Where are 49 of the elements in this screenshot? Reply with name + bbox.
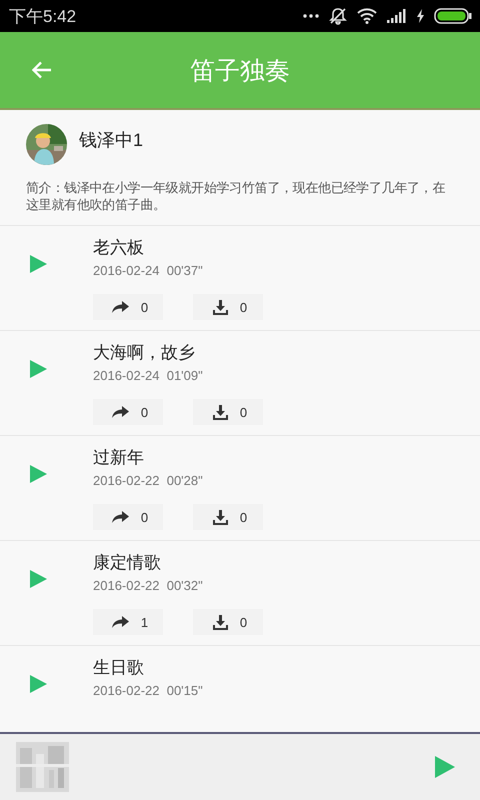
share-button[interactable]: 1 <box>93 609 163 635</box>
track-title: 过新年 <box>93 447 145 469</box>
track-date-duration: 2016-02-22 00'15" <box>93 683 204 698</box>
download-button[interactable]: 0 <box>193 609 263 635</box>
clock-time: 下午5:42 <box>9 6 78 28</box>
download-icon <box>212 404 228 420</box>
play-icon <box>30 465 47 483</box>
play-button[interactable] <box>30 465 47 483</box>
share-icon <box>112 301 129 313</box>
share-button[interactable]: 0 <box>93 504 163 530</box>
play-button[interactable] <box>30 570 47 588</box>
play-icon <box>30 675 47 693</box>
bio-text: 简介：钱泽中在小学一年级就开始学习竹笛了，现在他已经学了几年了，在这里就有他吹的笛子曲。 <box>26 179 446 213</box>
play-button[interactable] <box>30 675 47 693</box>
share-icon <box>112 406 129 418</box>
play-icon <box>30 570 47 588</box>
more-dots-icon <box>303 14 319 18</box>
track-title: 大海啊，故乡 <box>93 342 196 364</box>
play-button[interactable] <box>30 360 47 378</box>
play-icon <box>435 756 455 778</box>
track-title: 生日歌 <box>93 657 145 679</box>
signal-icon <box>387 9 407 23</box>
user-name: 钱泽中1 <box>79 128 144 152</box>
back-arrow-icon <box>32 61 52 79</box>
share-button[interactable]: 0 <box>93 399 163 425</box>
download-icon <box>212 510 228 524</box>
muted-bell-icon <box>329 7 347 25</box>
play-icon <box>30 255 47 273</box>
share-icon <box>112 511 129 523</box>
play-icon <box>30 360 47 378</box>
battery-icon <box>434 8 472 24</box>
page-title: 笛子独奏 <box>190 56 290 84</box>
download-button[interactable]: 0 <box>193 294 263 320</box>
track-title: 康定情歌 <box>93 552 162 574</box>
share-button[interactable]: 0 <box>93 294 163 320</box>
download-button[interactable]: 0 <box>193 504 263 530</box>
track-date-duration: 2016-02-24 00'37" <box>93 263 204 278</box>
track-date-duration: 2016-02-22 00'28" <box>93 473 204 488</box>
track-date-duration: 2016-02-24 01'09" <box>93 368 204 383</box>
track-title: 老六板 <box>93 237 145 259</box>
play-button[interactable] <box>435 756 455 778</box>
charging-icon <box>417 9 424 23</box>
wifi-icon <box>357 8 377 24</box>
download-icon <box>212 300 228 314</box>
download-icon <box>212 614 228 630</box>
share-icon <box>112 616 129 628</box>
track-date-duration: 2016-02-22 00'32" <box>93 578 204 593</box>
play-button[interactable] <box>30 255 47 273</box>
download-button[interactable]: 0 <box>193 399 263 425</box>
